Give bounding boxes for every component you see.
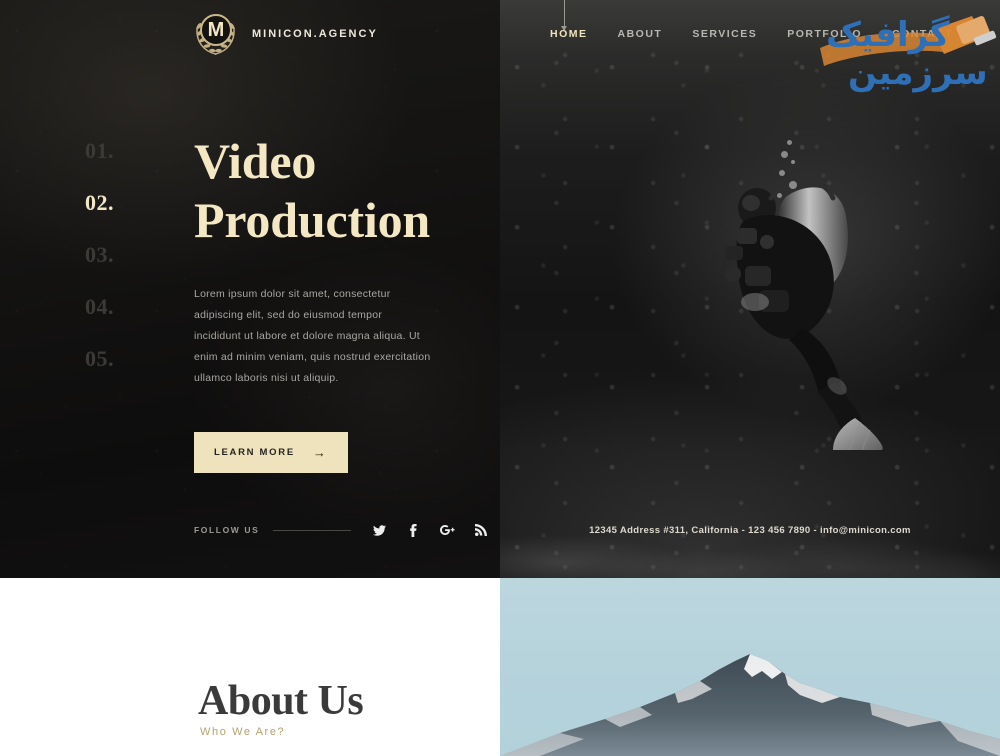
contact-info-text: 12345 Address #311, California - 123 456… <box>589 525 911 536</box>
hero-content: Video Production Lorem ipsum dolor sit a… <box>194 132 464 473</box>
hero-right-photo <box>500 0 1000 578</box>
hero-title: Video Production <box>194 132 464 250</box>
hero-description: Lorem ipsum dolor sit amet, consectetur … <box>194 288 431 384</box>
follow-us-label: FOLLOW US <box>194 525 260 535</box>
rss-icon[interactable] <box>471 522 491 538</box>
laurel-wreath-badge-icon: M <box>192 10 239 57</box>
hero-title-line1: Video <box>194 133 317 189</box>
slide-number-4[interactable]: 04. <box>85 296 114 318</box>
nav-item-portfolio[interactable]: PORTFOLIO <box>787 28 862 40</box>
follow-divider <box>273 529 352 531</box>
about-section-left: About Us Who We Are? <box>0 578 500 756</box>
about-title: About Us <box>198 678 364 724</box>
nav-item-home[interactable]: HOME <box>550 28 588 40</box>
logo-circle: M <box>200 14 232 46</box>
active-nav-indicator <box>561 0 567 31</box>
mountain-illustration <box>500 654 1000 756</box>
bubbles <box>773 140 813 200</box>
learn-more-button[interactable]: LEARN MORE → <box>194 432 348 473</box>
twitter-icon[interactable] <box>369 522 389 538</box>
seafloor-rocks <box>500 448 1000 578</box>
slide-number-2[interactable]: 02. <box>85 192 114 214</box>
facebook-icon[interactable] <box>403 522 423 538</box>
slide-number-3[interactable]: 03. <box>85 244 114 266</box>
contact-info-bar: 12345 Address #311, California - 123 456… <box>500 520 1000 538</box>
follow-us-bar: FOLLOW US <box>194 522 491 538</box>
hero-section: M MINICON.AGENCY HOME ABOUT SERVICES POR… <box>0 0 1000 578</box>
slide-number-1[interactable]: 01. <box>85 140 114 162</box>
logo-letter: M <box>207 19 225 41</box>
landing-page: M MINICON.AGENCY HOME ABOUT SERVICES POR… <box>0 0 1000 756</box>
nav-item-services[interactable]: SERVICES <box>692 28 757 40</box>
scuba-diver-image <box>715 140 905 451</box>
about-section-image <box>500 578 1000 756</box>
brand-logo[interactable]: M MINICON.AGENCY <box>192 10 378 57</box>
slide-number-5[interactable]: 05. <box>85 348 114 370</box>
learn-more-label: LEARN MORE <box>214 447 295 458</box>
brand-name: MINICON.AGENCY <box>252 27 378 40</box>
google-plus-icon[interactable] <box>437 522 457 538</box>
slider-pagination: 01. 02. 03. 04. 05. <box>85 140 114 400</box>
nav-item-contact[interactable]: CONTACT <box>892 28 953 40</box>
hero-title-line2: Production <box>194 192 430 248</box>
about-subtitle: Who We Are? <box>200 726 286 738</box>
social-links <box>369 522 491 538</box>
arrow-right-icon: → <box>312 445 328 460</box>
nav-item-about[interactable]: ABOUT <box>618 28 663 40</box>
main-navigation: HOME ABOUT SERVICES PORTFOLIO CONTACT <box>550 28 953 40</box>
